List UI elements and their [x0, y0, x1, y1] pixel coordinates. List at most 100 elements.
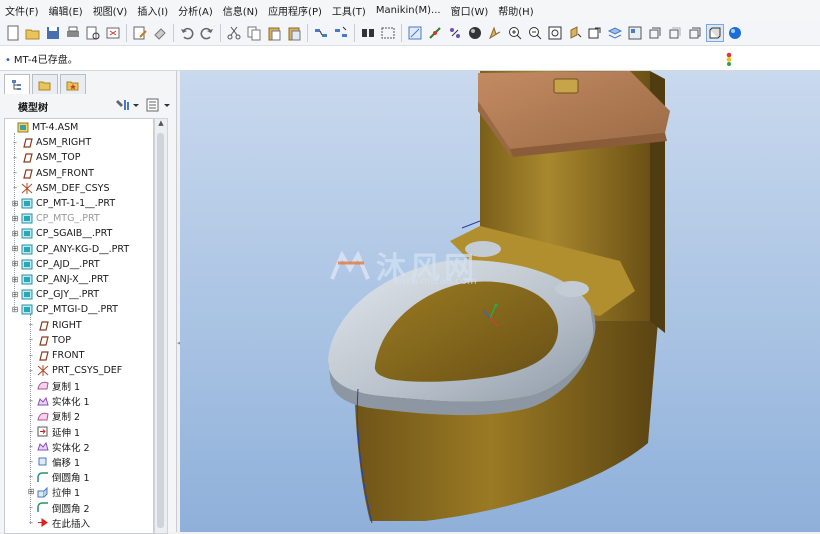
tree-item[interactable]: – 实体化 1	[5, 394, 153, 409]
tree-item[interactable]: – ASM_RIGHT	[5, 135, 153, 150]
expand-icon[interactable]: ⊞	[11, 245, 19, 253]
tab-folder-browser[interactable]	[32, 74, 58, 94]
find-icon[interactable]	[360, 25, 376, 41]
regenerate-manager-icon[interactable]	[333, 25, 349, 41]
menu-item-6[interactable]: 应用程序(P)	[263, 3, 327, 18]
tree-item[interactable]: – PRT_CSYS_DEF	[5, 363, 153, 378]
appearance-icon[interactable]	[627, 25, 643, 41]
tree-item[interactable]: – ASM_DEF_CSYS	[5, 181, 153, 196]
tree-item[interactable]: ⊞ CP_AJD__.PRT	[5, 257, 153, 272]
tree-item-label: FRONT	[52, 350, 85, 361]
tree-item[interactable]: – 复制 1	[5, 378, 153, 393]
reorient-icon[interactable]	[567, 25, 583, 41]
tree-item[interactable]: ⊞ CP_SGAIB__.PRT	[5, 226, 153, 241]
shaded-icon[interactable]	[706, 23, 724, 42]
open-icon[interactable]	[25, 25, 41, 41]
undo-icon[interactable]	[179, 25, 195, 41]
copy-surface-icon	[37, 411, 49, 422]
print-preview-icon[interactable]	[85, 25, 101, 41]
select-box-icon[interactable]	[380, 25, 396, 41]
tree-item[interactable]: ⊞ CP_ANJ-X__.PRT	[5, 272, 153, 287]
zoom-out-icon[interactable]	[527, 25, 543, 41]
wireframe-icon[interactable]	[647, 25, 663, 41]
no-hidden-icon[interactable]	[687, 25, 703, 41]
tree-item[interactable]: ⊞ CP_MTG_.PRT	[5, 211, 153, 226]
new-icon[interactable]	[5, 25, 21, 41]
scroll-thumb[interactable]	[157, 133, 164, 528]
menu-item-4[interactable]: 分析(A)	[173, 3, 218, 18]
graphics-viewport[interactable]: 沐风网 www.mfcad.com	[180, 71, 820, 532]
shading-icon[interactable]	[467, 25, 483, 41]
tree-item[interactable]: ⊞ CP_ANY-KG-D__.PRT	[5, 242, 153, 257]
tree-item[interactable]: – 复制 2	[5, 409, 153, 424]
layers-icon[interactable]	[607, 25, 623, 41]
tree-item[interactable]: – 实体化 2	[5, 439, 153, 454]
copy-icon[interactable]	[246, 25, 262, 41]
menu-item-8[interactable]: Manikin(M)...	[371, 5, 446, 16]
sphere-icon[interactable]	[727, 25, 743, 41]
menu-item-2[interactable]: 视图(V)	[88, 3, 133, 18]
regenerate-icon[interactable]	[313, 25, 329, 41]
expand-icon[interactable]: ⊞	[11, 290, 19, 299]
tree-item[interactable]: – 偏移 1	[5, 454, 153, 469]
toolbar-separator	[401, 23, 402, 42]
expand-icon[interactable]: ⊞	[11, 199, 19, 208]
menu-item-3[interactable]: 插入(I)	[132, 3, 173, 18]
spin-center-icon[interactable]	[427, 25, 443, 41]
expand-icon[interactable]: ⊞	[11, 260, 19, 268]
tree-item[interactable]: ⊞ CP_MT-1-1__.PRT	[5, 196, 153, 211]
expand-icon[interactable]: ⊞	[11, 229, 19, 238]
tree-item[interactable]: – 倒圆角 2	[5, 500, 153, 515]
menu-item-7[interactable]: 工具(T)	[327, 3, 371, 18]
tree-item[interactable]: ⊟ CP_MTGI-D__.PRT	[5, 302, 153, 317]
hidden-line-icon[interactable]	[667, 25, 683, 41]
tree-item[interactable]: MT-4.ASM	[5, 120, 153, 135]
collapse-icon[interactable]: ⊟	[11, 305, 19, 314]
menu-item-10[interactable]: 帮助(H)	[493, 3, 538, 18]
tree-item[interactable]: ⊞ 拉伸 1	[5, 485, 153, 500]
tree-scrollbar[interactable]: ▲	[154, 118, 168, 534]
tree-item[interactable]: – 倒圆角 1	[5, 470, 153, 485]
print-icon[interactable]	[65, 25, 81, 41]
extrude-icon	[37, 486, 49, 498]
tree-item[interactable]: – 在此插入	[5, 515, 153, 530]
menu-item-0[interactable]: 文件(F)	[0, 3, 44, 18]
zoom-in-icon[interactable]	[507, 25, 523, 41]
orient-icon[interactable]	[487, 25, 503, 41]
tab-model-tree[interactable]	[4, 74, 30, 94]
tree-item[interactable]: – TOP	[5, 333, 153, 348]
tree-settings-button[interactable]	[114, 97, 140, 113]
expand-icon[interactable]: ⊞	[11, 275, 19, 284]
menu-bar: 文件(F) 编辑(E) 视图(V) 插入(I) 分析(A) 信息(N) 应用程序(P) 工具(…	[0, 0, 820, 21]
refit-icon[interactable]	[547, 25, 563, 41]
tree-connector: –	[13, 152, 17, 162]
view-manager-icon[interactable]	[587, 25, 603, 41]
tab-favorites[interactable]	[60, 74, 86, 94]
toolbar-separator	[354, 23, 355, 42]
tree-item[interactable]: – RIGHT	[5, 318, 153, 333]
edit-icon[interactable]	[132, 25, 148, 41]
tree-item[interactable]: – FRONT	[5, 348, 153, 363]
datum-display-icon[interactable]	[447, 25, 463, 41]
erase-icon[interactable]	[152, 25, 168, 41]
tree-show-button[interactable]	[144, 97, 172, 113]
expand-icon[interactable]: ⊞	[27, 488, 35, 496]
tree-item[interactable]: – ASM_FRONT	[5, 166, 153, 181]
repaint-icon[interactable]	[407, 25, 423, 41]
status-light-icon[interactable]	[724, 52, 734, 66]
save-icon[interactable]	[45, 25, 61, 41]
expand-icon[interactable]: ⊞	[11, 214, 19, 223]
menu-item-1[interactable]: 编辑(E)	[44, 3, 88, 18]
menu-item-5[interactable]: 信息(N)	[218, 3, 263, 18]
scroll-up-icon[interactable]: ▲	[155, 119, 167, 131]
paste-icon[interactable]	[266, 25, 282, 41]
tree-item[interactable]: – 延伸 1	[5, 424, 153, 439]
menu-item-9[interactable]: 窗口(W)	[446, 3, 494, 18]
cut-icon[interactable]	[226, 25, 242, 41]
round-icon	[37, 471, 49, 483]
close-window-icon[interactable]	[105, 25, 121, 41]
paste-special-icon[interactable]	[286, 25, 302, 41]
tree-item[interactable]: – ASM_TOP	[5, 150, 153, 165]
tree-item[interactable]: ⊞ CP_GJY__.PRT	[5, 287, 153, 302]
redo-icon[interactable]	[199, 25, 215, 41]
